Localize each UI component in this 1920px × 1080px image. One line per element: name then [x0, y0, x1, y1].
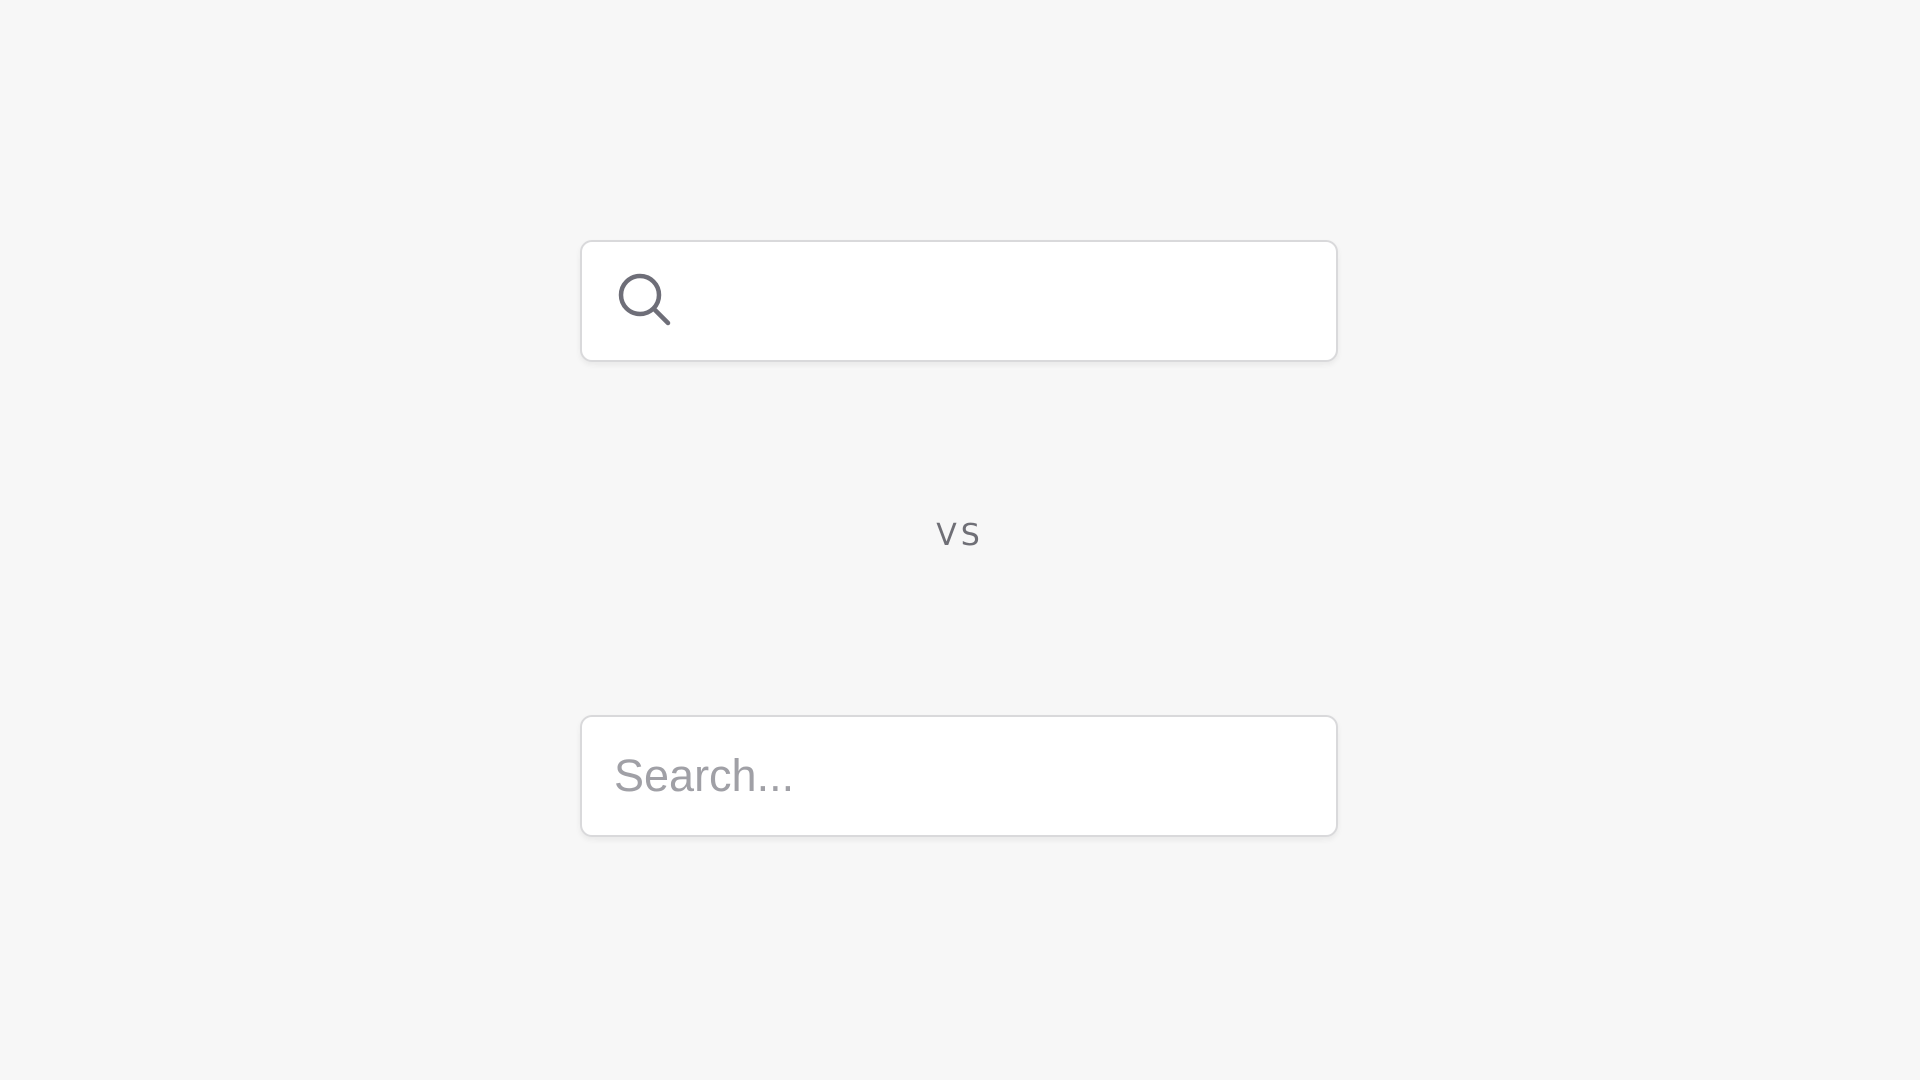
vs-separator: VS	[936, 518, 984, 553]
search-icon	[616, 271, 676, 331]
text-search-box[interactable]	[580, 715, 1338, 837]
icon-search-box[interactable]	[580, 240, 1338, 362]
icon-search-input[interactable]	[686, 242, 1336, 360]
text-search-input[interactable]	[614, 717, 1336, 835]
comparison-stage: VS	[0, 0, 1920, 1080]
